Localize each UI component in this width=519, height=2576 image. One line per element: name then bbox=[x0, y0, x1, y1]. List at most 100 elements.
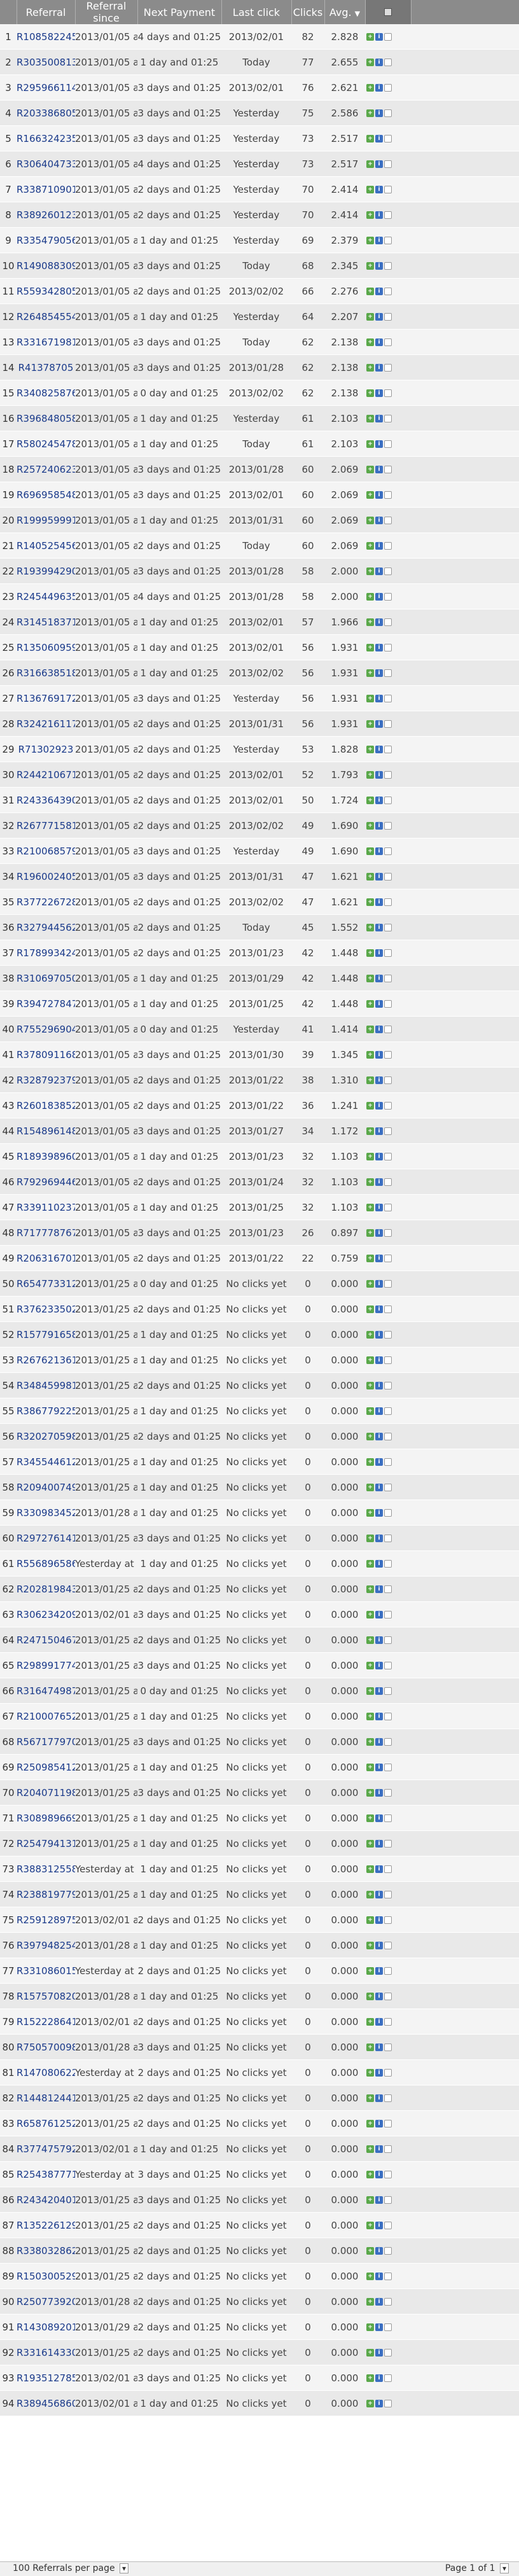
extend-plus-icon[interactable]: + bbox=[366, 1993, 374, 2000]
extend-plus-icon[interactable]: + bbox=[366, 797, 374, 804]
referral-id[interactable]: R3892601236 bbox=[17, 202, 75, 228]
row-select-checkbox[interactable] bbox=[384, 720, 392, 728]
referral-id[interactable]: R3279445625 bbox=[17, 914, 75, 940]
extend-plus-icon[interactable]: + bbox=[366, 1255, 374, 1262]
extend-plus-icon[interactable]: + bbox=[366, 1865, 374, 1873]
extend-plus-icon[interactable]: + bbox=[366, 1840, 374, 1848]
info-icon[interactable]: i bbox=[375, 1305, 383, 1313]
info-icon[interactable]: i bbox=[375, 1967, 383, 1975]
row-select-checkbox[interactable] bbox=[384, 2069, 392, 2077]
row-select-checkbox[interactable] bbox=[384, 1814, 392, 1822]
info-icon[interactable]: i bbox=[375, 1993, 383, 2000]
info-icon[interactable]: i bbox=[375, 59, 383, 66]
extend-plus-icon[interactable]: + bbox=[366, 1382, 374, 1389]
extend-plus-icon[interactable]: + bbox=[366, 2043, 374, 2051]
info-icon[interactable]: i bbox=[375, 1280, 383, 1288]
row-select-checkbox[interactable] bbox=[384, 1051, 392, 1059]
extend-plus-icon[interactable]: + bbox=[366, 1484, 374, 1491]
info-icon[interactable]: i bbox=[375, 211, 383, 219]
info-icon[interactable]: i bbox=[375, 160, 383, 168]
select-all-checkbox-icon[interactable] bbox=[384, 8, 392, 16]
referral-id[interactable]: R238819779 bbox=[17, 1881, 75, 1907]
info-icon[interactable]: i bbox=[375, 466, 383, 473]
referral-id[interactable]: R1352261296 bbox=[17, 2212, 75, 2238]
referral-id[interactable]: R755296904 bbox=[17, 1016, 75, 1042]
referral-id[interactable]: R178993424 bbox=[17, 940, 75, 966]
row-select-checkbox[interactable] bbox=[384, 2196, 392, 2204]
extend-plus-icon[interactable]: + bbox=[366, 288, 374, 295]
referral-id[interactable]: R567177970 bbox=[17, 1729, 75, 1755]
info-icon[interactable]: i bbox=[375, 1509, 383, 1517]
row-select-checkbox[interactable] bbox=[384, 1153, 392, 1160]
extend-plus-icon[interactable]: + bbox=[366, 1356, 374, 1364]
row-select-checkbox[interactable] bbox=[384, 593, 392, 601]
info-icon[interactable]: i bbox=[375, 1178, 383, 1186]
row-select-checkbox[interactable] bbox=[384, 1305, 392, 1313]
col-actions-header[interactable] bbox=[365, 0, 412, 24]
info-icon[interactable]: i bbox=[375, 1865, 383, 1873]
referral-id[interactable]: R2454496356 bbox=[17, 583, 75, 609]
referral-id[interactable]: R2601838520 bbox=[17, 1092, 75, 1118]
per-page-select[interactable]: ▾ bbox=[120, 2563, 129, 2573]
info-icon[interactable]: i bbox=[375, 2043, 383, 2051]
referral-id[interactable]: R2433643903 bbox=[17, 787, 75, 813]
extend-plus-icon[interactable]: + bbox=[366, 364, 374, 372]
row-select-checkbox[interactable] bbox=[384, 466, 392, 473]
info-icon[interactable]: i bbox=[375, 491, 383, 499]
info-icon[interactable]: i bbox=[375, 1458, 383, 1466]
row-select-checkbox[interactable] bbox=[384, 2120, 392, 2127]
row-select-checkbox[interactable] bbox=[384, 2400, 392, 2407]
extend-plus-icon[interactable]: + bbox=[366, 1509, 374, 1517]
extend-plus-icon[interactable]: + bbox=[366, 2247, 374, 2255]
extend-plus-icon[interactable]: + bbox=[366, 720, 374, 728]
info-icon[interactable]: i bbox=[375, 873, 383, 881]
info-icon[interactable]: i bbox=[375, 135, 383, 143]
referral-id[interactable]: R750570098 bbox=[17, 2034, 75, 2060]
row-select-checkbox[interactable] bbox=[384, 822, 392, 830]
referral-id[interactable]: R2100685792 bbox=[17, 838, 75, 864]
row-select-checkbox[interactable] bbox=[384, 1713, 392, 1720]
extend-plus-icon[interactable]: + bbox=[366, 2069, 374, 2077]
referral-id[interactable]: R1367691722 bbox=[17, 685, 75, 711]
extend-plus-icon[interactable]: + bbox=[366, 2349, 374, 2357]
row-select-checkbox[interactable] bbox=[384, 2171, 392, 2178]
referral-id[interactable]: R1470806223 bbox=[17, 2059, 75, 2085]
row-select-checkbox[interactable] bbox=[384, 389, 392, 397]
info-icon[interactable]: i bbox=[375, 2222, 383, 2229]
referral-id[interactable]: R3391102373 bbox=[17, 1194, 75, 1220]
info-icon[interactable]: i bbox=[375, 567, 383, 575]
referral-id[interactable]: R2434204016 bbox=[17, 2187, 75, 2213]
row-select-checkbox[interactable] bbox=[384, 1484, 392, 1491]
info-icon[interactable]: i bbox=[375, 1000, 383, 1008]
extend-plus-icon[interactable]: + bbox=[366, 975, 374, 982]
info-icon[interactable]: i bbox=[375, 1382, 383, 1389]
info-icon[interactable]: i bbox=[375, 542, 383, 550]
referral-id[interactable]: R108582245 bbox=[17, 24, 75, 50]
row-select-checkbox[interactable] bbox=[384, 2323, 392, 2331]
extend-plus-icon[interactable]: + bbox=[366, 898, 374, 906]
info-icon[interactable]: i bbox=[375, 771, 383, 779]
row-select-checkbox[interactable] bbox=[384, 1255, 392, 1262]
referral-id[interactable]: R1448124418 bbox=[17, 2085, 75, 2111]
info-icon[interactable]: i bbox=[375, 822, 383, 830]
row-select-checkbox[interactable] bbox=[384, 237, 392, 244]
extend-plus-icon[interactable]: + bbox=[366, 644, 374, 651]
row-select-checkbox[interactable] bbox=[384, 338, 392, 346]
row-select-checkbox[interactable] bbox=[384, 1229, 392, 1237]
extend-plus-icon[interactable]: + bbox=[366, 1611, 374, 1619]
referral-id[interactable]: R166324235 bbox=[17, 125, 75, 151]
info-icon[interactable]: i bbox=[375, 1229, 383, 1237]
row-select-checkbox[interactable] bbox=[384, 186, 392, 193]
referral-id[interactable]: R150300529 bbox=[17, 2263, 75, 2289]
extend-plus-icon[interactable]: + bbox=[366, 2374, 374, 2382]
col-since-header[interactable]: Referral since bbox=[75, 0, 138, 24]
extend-plus-icon[interactable]: + bbox=[366, 237, 374, 244]
info-icon[interactable]: i bbox=[375, 669, 383, 677]
extend-plus-icon[interactable]: + bbox=[366, 1789, 374, 1797]
extend-plus-icon[interactable]: + bbox=[366, 2094, 374, 2102]
extend-plus-icon[interactable]: + bbox=[366, 160, 374, 168]
row-select-checkbox[interactable] bbox=[384, 2145, 392, 2153]
info-icon[interactable]: i bbox=[375, 109, 383, 117]
info-icon[interactable]: i bbox=[375, 1687, 383, 1695]
extend-plus-icon[interactable]: + bbox=[366, 771, 374, 779]
